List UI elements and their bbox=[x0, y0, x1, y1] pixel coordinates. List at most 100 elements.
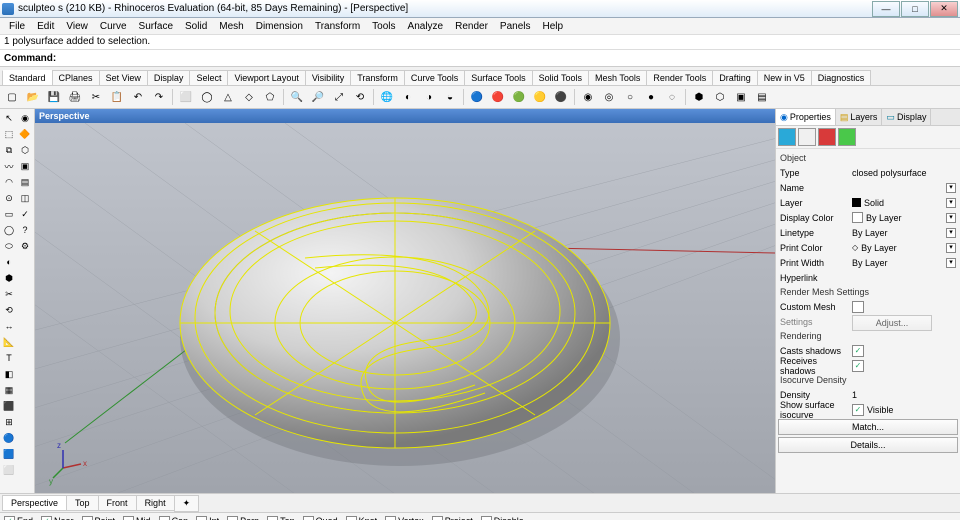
toolbar-button[interactable]: ⬜ bbox=[176, 87, 196, 107]
toolbar-button[interactable]: ◇ bbox=[239, 87, 259, 107]
osnap-int[interactable]: Int bbox=[196, 516, 219, 520]
menu-view[interactable]: View bbox=[61, 20, 93, 33]
viewport[interactable]: x y z bbox=[35, 123, 775, 493]
match-button[interactable]: Match... bbox=[778, 419, 958, 435]
texture-props-icon[interactable] bbox=[818, 128, 836, 146]
toolbar-button[interactable]: ⟲ bbox=[350, 87, 370, 107]
toolbar-button[interactable]: ⤢ bbox=[329, 87, 349, 107]
tool-button[interactable]: ◠ bbox=[1, 174, 17, 190]
tool-button[interactable]: 🟦 bbox=[1, 446, 17, 462]
tool-button[interactable]: ▭ bbox=[1, 206, 17, 222]
toolbar-button[interactable]: △ bbox=[218, 87, 238, 107]
menu-mesh[interactable]: Mesh bbox=[214, 20, 248, 33]
tool-button[interactable]: ◧ bbox=[1, 366, 17, 382]
prop-displaycolor-value[interactable]: By Layer bbox=[852, 212, 946, 223]
tool-button[interactable]: ▣ bbox=[17, 158, 33, 174]
tab-drafting[interactable]: Drafting bbox=[712, 70, 758, 85]
command-line[interactable]: Command: bbox=[0, 50, 960, 67]
toolbar-button[interactable]: ○ bbox=[620, 87, 640, 107]
prop-linetype-value[interactable]: By Layer bbox=[852, 228, 946, 238]
viewtab-perspective[interactable]: Perspective bbox=[2, 495, 67, 511]
tab-transform[interactable]: Transform bbox=[350, 70, 405, 85]
tool-button[interactable]: ⬜ bbox=[1, 462, 17, 478]
tool-button[interactable]: ↔ bbox=[1, 318, 17, 334]
toolbar-button[interactable]: ◯ bbox=[197, 87, 217, 107]
mapping-props-icon[interactable] bbox=[838, 128, 856, 146]
dropdown-icon[interactable]: ▾ bbox=[946, 258, 956, 268]
osnap-mid[interactable]: Mid bbox=[123, 516, 151, 520]
toolbar-button[interactable]: 🟢 bbox=[509, 87, 529, 107]
tool-button[interactable]: ✂ bbox=[1, 286, 17, 302]
tool-button[interactable]: ◯ bbox=[1, 222, 17, 238]
tab-new-in-v5[interactable]: New in V5 bbox=[757, 70, 812, 85]
toolbar-button[interactable]: ⬡ bbox=[710, 87, 730, 107]
dropdown-icon[interactable]: ▾ bbox=[946, 243, 956, 253]
custommesh-checkbox[interactable] bbox=[852, 301, 864, 313]
viewtab-add[interactable]: ✦ bbox=[174, 495, 200, 512]
toolbar-button[interactable]: ✂ bbox=[86, 87, 106, 107]
details-button[interactable]: Details... bbox=[778, 437, 958, 453]
tool-button[interactable]: ▦ bbox=[1, 382, 17, 398]
menu-solid[interactable]: Solid bbox=[180, 20, 212, 33]
tab-curve-tools[interactable]: Curve Tools bbox=[404, 70, 465, 85]
tool-button[interactable]: ⬭ bbox=[1, 238, 17, 254]
toolbar-button[interactable]: 🔵 bbox=[467, 87, 487, 107]
tool-button[interactable]: ⟲ bbox=[1, 302, 17, 318]
density-value[interactable]: 1 bbox=[852, 390, 956, 400]
close-button[interactable]: ✕ bbox=[930, 1, 958, 17]
osnap-cen[interactable]: Cen bbox=[159, 516, 189, 520]
tab-set-view[interactable]: Set View bbox=[99, 70, 148, 85]
tab-cplanes[interactable]: CPlanes bbox=[52, 70, 100, 85]
material-props-icon[interactable] bbox=[798, 128, 816, 146]
menu-analyze[interactable]: Analyze bbox=[403, 20, 449, 33]
command-input[interactable] bbox=[60, 50, 956, 66]
toolbar-button[interactable]: ⬢ bbox=[689, 87, 709, 107]
tab-visibility[interactable]: Visibility bbox=[305, 70, 351, 85]
menu-render[interactable]: Render bbox=[450, 20, 493, 33]
minimize-button[interactable]: — bbox=[872, 1, 900, 17]
tab-display[interactable]: ▭Display bbox=[882, 109, 931, 125]
tab-render-tools[interactable]: Render Tools bbox=[646, 70, 713, 85]
viewport-title[interactable]: Perspective bbox=[35, 109, 775, 123]
dropdown-icon[interactable]: ▾ bbox=[946, 228, 956, 238]
showiso-checkbox[interactable]: ✓ bbox=[852, 404, 864, 416]
osnap-project[interactable]: Project bbox=[432, 516, 473, 520]
toolbar-button[interactable]: 📂 bbox=[23, 87, 43, 107]
toolbar-button[interactable]: 🟡 bbox=[530, 87, 550, 107]
tool-button[interactable]: ⊞ bbox=[1, 414, 17, 430]
tool-button[interactable]: ◫ bbox=[17, 190, 33, 206]
tab-mesh-tools[interactable]: Mesh Tools bbox=[588, 70, 647, 85]
viewtab-top[interactable]: Top bbox=[66, 495, 99, 511]
osnap-knot[interactable]: Knot bbox=[346, 516, 378, 520]
tool-button[interactable]: ⬛ bbox=[1, 398, 17, 414]
menu-panels[interactable]: Panels bbox=[495, 20, 536, 33]
menu-surface[interactable]: Surface bbox=[134, 20, 178, 33]
tab-surface-tools[interactable]: Surface Tools bbox=[464, 70, 532, 85]
osnap-vertex[interactable]: Vertex bbox=[385, 516, 424, 520]
tool-button[interactable]: ◐ bbox=[1, 254, 17, 270]
dropdown-icon[interactable]: ▾ bbox=[946, 198, 956, 208]
toolbar-button[interactable]: ◉ bbox=[578, 87, 598, 107]
tool-button[interactable]: T bbox=[1, 350, 17, 366]
osnap-quad[interactable]: Quad bbox=[303, 516, 338, 520]
tab-diagnostics[interactable]: Diagnostics bbox=[811, 70, 872, 85]
menu-file[interactable]: File bbox=[4, 20, 30, 33]
toolbar-button[interactable]: 🔎 bbox=[308, 87, 328, 107]
osnap-perp[interactable]: Perp bbox=[227, 516, 259, 520]
receives-checkbox[interactable]: ✓ bbox=[852, 360, 864, 372]
toolbar-button[interactable]: ▢ bbox=[2, 87, 22, 107]
tool-button[interactable]: ⬢ bbox=[1, 270, 17, 286]
tab-layers[interactable]: ▤Layers bbox=[836, 109, 883, 125]
tool-button[interactable]: ? bbox=[17, 222, 33, 238]
toolbar-button[interactable]: 🔴 bbox=[488, 87, 508, 107]
menu-transform[interactable]: Transform bbox=[310, 20, 365, 33]
casts-checkbox[interactable]: ✓ bbox=[852, 345, 864, 357]
prop-printcolor-value[interactable]: ◇By Layer bbox=[852, 243, 946, 253]
tool-button[interactable]: 🔵 bbox=[1, 430, 17, 446]
menu-tools[interactable]: Tools bbox=[367, 20, 400, 33]
tool-button[interactable]: ↖ bbox=[1, 110, 17, 126]
toolbar-button[interactable]: ◌ bbox=[662, 87, 682, 107]
menu-curve[interactable]: Curve bbox=[95, 20, 132, 33]
tool-button[interactable]: ✓ bbox=[17, 206, 33, 222]
dropdown-icon[interactable]: ▾ bbox=[946, 213, 956, 223]
